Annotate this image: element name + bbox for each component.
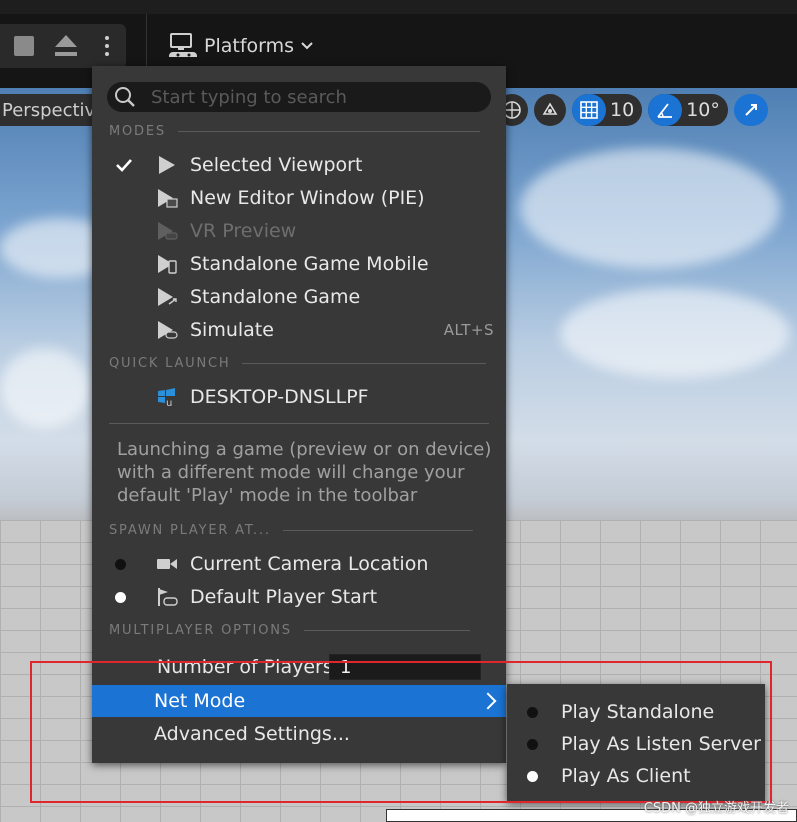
platforms-button[interactable]: Platforms: [168, 30, 314, 62]
info-text: Launching a game (preview or on device) …: [117, 439, 492, 506]
number-of-players-input[interactable]: [329, 654, 481, 680]
section-rule: [282, 529, 473, 531]
radio-selected-icon: [527, 770, 538, 782]
menu-item-quick-launch-device[interactable]: u DESKTOP-DNSLLPF: [92, 381, 506, 413]
surface-snap-icon: [542, 102, 558, 115]
chevron-right-icon: [479, 692, 497, 710]
section-spawn: SPAWN PLAYER AT...: [109, 522, 473, 538]
more-vertical-icon: [105, 36, 109, 56]
section-modes: MODES: [109, 123, 480, 139]
menu-item-label: VR Preview: [190, 220, 297, 242]
stop-icon: [14, 36, 34, 56]
submenu-item-listen-server[interactable]: Play As Listen Server: [507, 728, 765, 760]
grid-icon: [572, 94, 606, 126]
rotation-snap-value: 10°: [686, 99, 720, 121]
advanced-settings-label: Advanced Settings...: [154, 723, 350, 745]
shortcut-label: ALT+S: [443, 321, 494, 339]
rotation-snap-toggle[interactable]: 10°: [648, 94, 728, 126]
submenu-item-play-as-client[interactable]: Play As Client: [507, 760, 765, 792]
windows-device-icon: u: [156, 387, 178, 407]
chevron-down-icon: [301, 42, 313, 50]
scale-snap-toggle[interactable]: [733, 94, 768, 126]
vr-play-icon: [156, 221, 178, 241]
play-icon: [156, 155, 178, 175]
menu-item-new-editor-window[interactable]: New Editor Window (PIE): [92, 182, 506, 214]
grid-snap-toggle[interactable]: 10: [572, 94, 643, 126]
platforms-label: Platforms: [204, 35, 295, 57]
stop-button[interactable]: [10, 32, 38, 60]
watermark: CSDN @独立游戏开发者: [643, 801, 789, 816]
checkmark-icon: [114, 158, 134, 172]
mobile-play-icon: [156, 254, 178, 274]
menu-item-simulate[interactable]: Simulate ALT+S: [92, 314, 506, 346]
play-options-button[interactable]: [93, 32, 121, 60]
perspective-dropdown[interactable]: Perspectiv: [0, 94, 98, 126]
eject-icon: [54, 35, 78, 57]
menu-item-vr-preview[interactable]: VR Preview: [92, 215, 506, 247]
section-spawn-title: SPAWN PLAYER AT...: [109, 522, 271, 538]
section-modes-title: MODES: [109, 123, 166, 139]
section-multiplayer: MULTIPLAYER OPTIONS: [109, 622, 470, 638]
surface-snap-button[interactable]: [534, 94, 566, 126]
section-quick-launch-title: QUICK LAUNCH: [109, 355, 231, 371]
section-rule: [177, 130, 480, 132]
camera-icon: [156, 554, 178, 574]
menu-item-label: Standalone Game Mobile: [190, 253, 429, 275]
number-of-players-label: Number of Players: [157, 656, 333, 678]
menu-item-selected-viewport[interactable]: Selected Viewport: [92, 149, 506, 181]
section-quick-launch: QUICK LAUNCH: [109, 355, 487, 371]
submenu-item-label: Play As Listen Server: [561, 733, 761, 755]
menu-item-spawn-player-start[interactable]: Default Player Start: [92, 581, 506, 613]
play-options-menu: MODES Selected Viewport New Editor Windo…: [92, 66, 506, 763]
scale-icon: [745, 104, 757, 116]
section-rule: [303, 629, 470, 631]
viewport-controls: 10 10°: [496, 94, 768, 126]
new-window-play-icon: [156, 188, 178, 208]
svg-text:u: u: [166, 398, 172, 407]
simulate-icon: [156, 320, 178, 340]
menu-item-label: Selected Viewport: [190, 154, 363, 176]
play-controls-group: [0, 24, 126, 68]
menu-search-box[interactable]: [107, 82, 491, 112]
radio-unselected-icon: [110, 558, 130, 570]
radio-unselected-icon: [527, 738, 538, 750]
menu-item-net-mode[interactable]: Net Mode: [92, 685, 506, 717]
search-input[interactable]: [149, 85, 483, 109]
menu-item-standalone-game[interactable]: Standalone Game: [92, 281, 506, 313]
menu-item-label: Standalone Game: [190, 286, 361, 308]
net-mode-label: Net Mode: [154, 690, 246, 712]
radio-unselected-icon: [527, 706, 538, 718]
platforms-icon: [169, 33, 197, 57]
menu-item-label: Current Camera Location: [190, 553, 429, 575]
menu-item-advanced-settings[interactable]: Advanced Settings...: [92, 718, 506, 750]
standalone-play-icon: [156, 287, 178, 307]
net-mode-submenu: Play Standalone Play As Listen Server Pl…: [507, 684, 765, 802]
menu-item-label: DESKTOP-DNSLLPF: [190, 386, 369, 408]
menu-item-label: Default Player Start: [190, 586, 378, 608]
menu-item-spawn-camera[interactable]: Current Camera Location: [92, 548, 506, 580]
menu-item-label: Simulate: [190, 319, 274, 341]
menu-divider: [109, 423, 489, 424]
submenu-item-play-standalone[interactable]: Play Standalone: [507, 696, 765, 728]
submenu-item-label: Play Standalone: [561, 701, 715, 723]
angle-icon: [648, 94, 683, 126]
eject-button[interactable]: [52, 32, 80, 60]
radio-selected-icon: [110, 591, 130, 603]
search-icon: [115, 87, 135, 107]
menu-item-label: New Editor Window (PIE): [190, 187, 425, 209]
number-of-players-row: Number of Players: [92, 651, 506, 683]
perspective-label: Perspectiv: [2, 99, 96, 121]
section-rule: [242, 362, 487, 364]
toolbar-strip: [0, 0, 797, 14]
menu-item-standalone-mobile[interactable]: Standalone Game Mobile: [92, 248, 506, 280]
section-multiplayer-title: MULTIPLAYER OPTIONS: [109, 622, 292, 638]
grid-snap-value: 10: [610, 99, 635, 121]
player-start-icon: [156, 587, 178, 607]
submenu-item-label: Play As Client: [561, 765, 691, 787]
